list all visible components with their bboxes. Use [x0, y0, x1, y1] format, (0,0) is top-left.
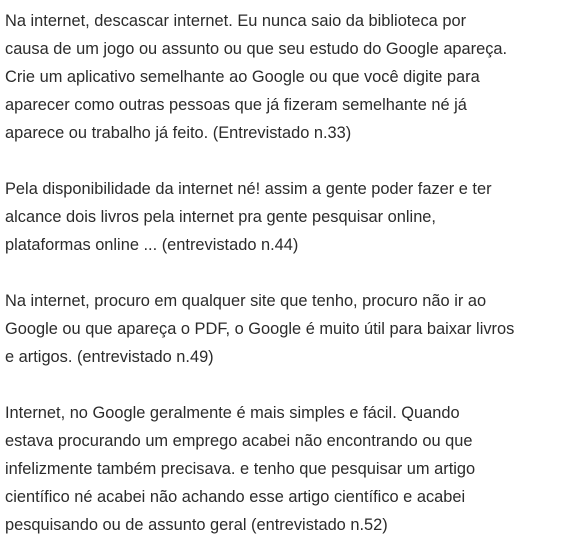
- quote-line: aparecer como outras pessoas que já fize…: [5, 96, 467, 114]
- quote-line: pesquisando ou de assunto geral (entrevi…: [5, 516, 388, 534]
- quote-line: causa de um jogo ou assunto ou que seu e…: [5, 40, 508, 58]
- quote-interviewee-33: Na internet, descascar internet. Eu nunc…: [5, 7, 561, 147]
- interview-quotes: Na internet, descascar internet. Eu nunc…: [0, 0, 561, 539]
- quote-line: Na internet, descascar internet. Eu nunc…: [5, 12, 467, 30]
- quote-line: plataformas online ... (entrevistado n.4…: [5, 236, 299, 254]
- quote-interviewee-49: Na internet, procuro em qualquer site qu…: [5, 287, 561, 371]
- quote-interviewee-44: Pela disponibilidade da internet né! ass…: [5, 175, 561, 259]
- quote-line: infelizmente também precisava. e tenho q…: [5, 460, 476, 478]
- quote-line: alcance dois livros pela internet pra ge…: [5, 208, 436, 226]
- quote-line: Pela disponibilidade da internet né! ass…: [5, 180, 492, 198]
- quote-line: Na internet, procuro em qualquer site qu…: [5, 292, 487, 310]
- quote-line: Internet, no Google geralmente é mais si…: [5, 404, 460, 422]
- quote-line: aparece ou trabalho já feito. (Entrevist…: [5, 124, 352, 142]
- quote-line: e artigos. (entrevistado n.49): [5, 348, 214, 366]
- quote-line: Google ou que apareça o PDF, o Google é …: [5, 320, 515, 338]
- quote-interviewee-52: Internet, no Google geralmente é mais si…: [5, 399, 561, 539]
- quote-line: Crie um aplicativo semelhante ao Google …: [5, 68, 480, 86]
- quote-line: estava procurando um emprego acabei não …: [5, 432, 473, 450]
- quote-line: científico né acabei não achando esse ar…: [5, 488, 466, 506]
